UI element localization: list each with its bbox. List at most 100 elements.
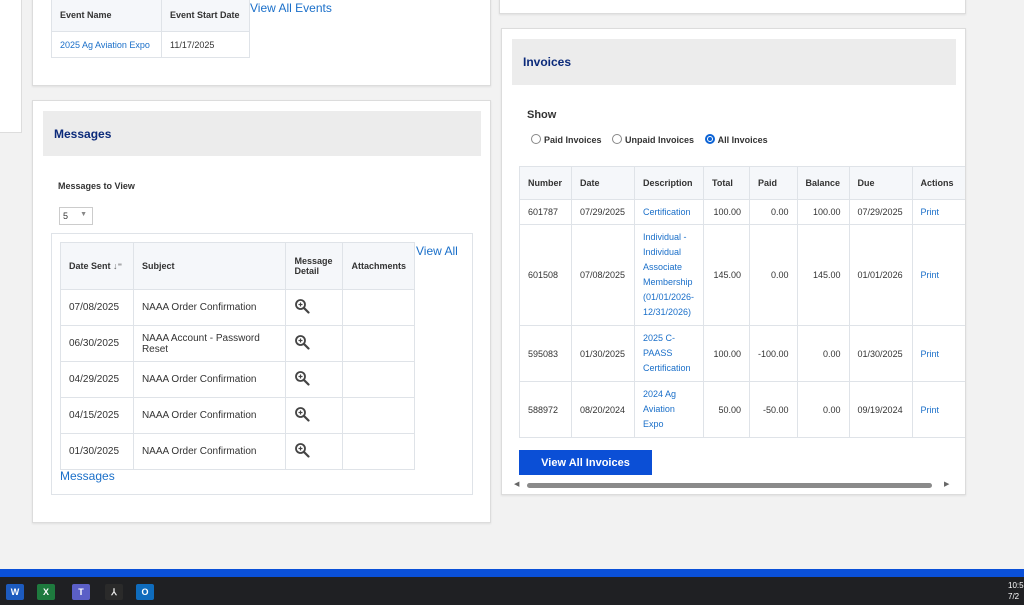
invoice-row: 588972 08/20/2024 2024 Ag Aviation Expo … bbox=[519, 381, 965, 438]
invoice-date: 01/30/2025 bbox=[571, 325, 635, 382]
invoice-paid: -50.00 bbox=[749, 381, 798, 438]
invoice-description-line[interactable]: Expo bbox=[643, 419, 664, 429]
invoice-number: 595083 bbox=[519, 325, 572, 382]
invoice-row: 595083 01/30/2025 2025 C- PAASS Certific… bbox=[519, 325, 965, 382]
invoice-description-line[interactable]: PAASS bbox=[643, 348, 672, 358]
invoice-balance: 100.00 bbox=[796, 199, 850, 225]
sort-descending-icon[interactable]: ↓⁼ bbox=[113, 261, 122, 271]
invoices-show-label: Show bbox=[527, 109, 557, 121]
filter-unpaid-invoices[interactable]: Unpaid Invoices bbox=[612, 133, 694, 145]
message-attachments bbox=[342, 361, 415, 398]
messages-to-view-label: Messages to View bbox=[58, 181, 135, 191]
messages-header: Messages bbox=[43, 111, 481, 156]
filter-paid-label: Paid Invoices bbox=[544, 135, 602, 145]
scroll-right-arrow-icon[interactable]: ▶ bbox=[944, 480, 949, 488]
events-col-date: Event Start Date bbox=[161, 0, 250, 32]
message-date: 04/15/2025 bbox=[60, 397, 134, 434]
invoice-print-link[interactable]: Print bbox=[921, 207, 940, 217]
invoice-paid: -100.00 bbox=[749, 325, 798, 382]
message-row: 06/30/2025 NAAA Account - Password Reset bbox=[60, 325, 415, 362]
radio-all[interactable] bbox=[704, 133, 715, 144]
invoice-description-line[interactable]: (01/01/2026- bbox=[643, 292, 694, 302]
invoice-description-line[interactable]: Certification bbox=[643, 207, 691, 217]
window-bottom-bar bbox=[0, 569, 1024, 577]
invoice-description-line[interactable]: Individual bbox=[643, 247, 681, 257]
invoices-col-description: Description bbox=[634, 166, 704, 200]
invoice-description-line[interactable]: 2025 C- bbox=[643, 333, 675, 343]
message-attachments bbox=[342, 325, 415, 362]
message-attachments bbox=[342, 289, 415, 326]
messages-col-detail: Message Detail bbox=[285, 242, 344, 290]
filter-paid-invoices[interactable]: Paid Invoices bbox=[531, 133, 602, 145]
invoice-number: 588972 bbox=[519, 381, 572, 438]
message-attachments bbox=[342, 433, 415, 470]
radio-paid[interactable] bbox=[531, 133, 541, 144]
message-subject: NAAA Order Confirmation bbox=[132, 289, 287, 326]
invoice-description-line[interactable]: 2024 Ag bbox=[643, 389, 676, 399]
message-attachments bbox=[342, 397, 415, 434]
invoice-print-link[interactable]: Print bbox=[921, 349, 940, 359]
magnify-icon[interactable] bbox=[294, 443, 311, 461]
teams-icon[interactable]: T bbox=[72, 584, 90, 600]
magnify-icon[interactable] bbox=[294, 335, 311, 353]
view-all-invoices-button[interactable]: View All Invoices bbox=[519, 450, 652, 475]
view-all-events-link[interactable]: View All Events bbox=[250, 1, 332, 15]
invoice-description-line[interactable]: Membership bbox=[643, 277, 693, 287]
invoice-row: 601508 07/08/2025 Individual - Individua… bbox=[519, 224, 965, 326]
message-subject: NAAA Account - Password Reset bbox=[132, 325, 287, 362]
messages-col-attachments: Attachments bbox=[342, 242, 415, 290]
invoice-description-line[interactable]: 12/31/2026) bbox=[643, 307, 691, 317]
event-name-link[interactable]: 2025 Ag Aviation Expo bbox=[60, 40, 150, 50]
message-date: 07/08/2025 bbox=[60, 289, 134, 326]
invoice-total: 145.00 bbox=[703, 224, 750, 326]
events-table: Event Name Event Start Date 2025 Ag Avia… bbox=[51, 0, 250, 58]
left-edge-panel bbox=[0, 0, 22, 133]
invoice-paid: 0.00 bbox=[749, 224, 798, 326]
chevron-down-icon: ▼ bbox=[80, 211, 87, 218]
invoices-title: Invoices bbox=[523, 55, 572, 69]
invoice-total: 50.00 bbox=[703, 381, 750, 438]
invoices-col-paid: Paid bbox=[749, 166, 798, 200]
invoices-table: Number Date Description Total Paid Balan… bbox=[519, 166, 965, 438]
invoice-description-line[interactable]: Associate bbox=[643, 262, 682, 272]
message-row: 04/29/2025 NAAA Order Confirmation bbox=[60, 361, 415, 398]
invoice-due: 09/19/2024 bbox=[848, 381, 913, 438]
event-start-date: 11/17/2025 bbox=[161, 31, 250, 58]
radio-unpaid[interactable] bbox=[612, 133, 623, 144]
top-right-card bbox=[499, 0, 966, 14]
invoice-description-line[interactable]: Certification bbox=[643, 363, 691, 373]
invoice-description-line[interactable]: Aviation bbox=[643, 404, 675, 414]
message-date: 06/30/2025 bbox=[60, 325, 134, 362]
scroll-left-arrow-icon[interactable]: ◀ bbox=[514, 480, 519, 488]
invoices-scrollbar[interactable]: ◀ ▶ bbox=[514, 480, 954, 490]
clock-date: 7/2 bbox=[1008, 592, 1020, 601]
scrollbar-thumb[interactable] bbox=[527, 483, 932, 488]
invoice-date: 07/08/2025 bbox=[571, 224, 635, 326]
messages-count-select[interactable]: 5 ▼ bbox=[59, 207, 93, 225]
magnify-icon[interactable] bbox=[294, 407, 311, 425]
filter-all-invoices[interactable]: All Invoices bbox=[704, 133, 768, 145]
invoice-print-link[interactable]: Print bbox=[921, 405, 940, 415]
messages-table: Date Sent ↓⁼ Subject Message Detail Atta… bbox=[60, 242, 415, 470]
outlook-icon[interactable]: O bbox=[136, 584, 154, 600]
messages-count-value: 5 bbox=[63, 211, 69, 221]
messages-footer-link[interactable]: Messages bbox=[60, 469, 115, 483]
message-subject: NAAA Order Confirmation bbox=[132, 361, 287, 398]
invoice-due: 01/30/2025 bbox=[848, 325, 913, 382]
message-subject: NAAA Order Confirmation bbox=[132, 397, 287, 434]
invoice-balance: 0.00 bbox=[796, 381, 850, 438]
messages-col-date[interactable]: Date Sent bbox=[69, 261, 111, 271]
message-row: 04/15/2025 NAAA Order Confirmation bbox=[60, 397, 415, 434]
excel-icon[interactable]: X bbox=[37, 584, 55, 600]
magnify-icon[interactable] bbox=[294, 371, 311, 389]
taskbar-clock[interactable]: 10:5 7/2 bbox=[1008, 580, 1024, 602]
invoice-print-link[interactable]: Print bbox=[921, 270, 940, 280]
invoices-col-balance: Balance bbox=[796, 166, 850, 200]
invoice-total: 100.00 bbox=[703, 199, 750, 225]
magnify-icon[interactable] bbox=[294, 299, 311, 317]
acrobat-icon[interactable]: ⅄ bbox=[105, 584, 123, 600]
word-icon[interactable]: W bbox=[6, 584, 24, 600]
invoice-description-line[interactable]: Individual - bbox=[643, 232, 687, 242]
invoice-balance: 145.00 bbox=[796, 224, 850, 326]
view-all-messages-link[interactable]: View All bbox=[416, 244, 458, 258]
